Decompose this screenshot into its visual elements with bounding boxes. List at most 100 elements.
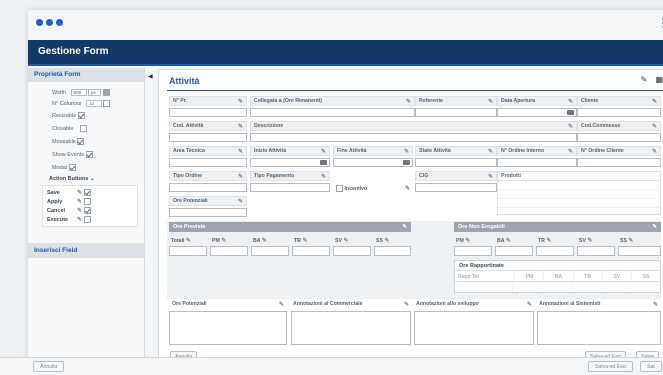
ore-pm-input[interactable] (210, 246, 248, 256)
resizable-checkbox[interactable] (77, 112, 85, 119)
pencil-icon[interactable]: ✎ (321, 173, 326, 180)
ordine-interno-input[interactable] (497, 158, 577, 167)
pencil-icon[interactable]: ✎ (488, 98, 493, 105)
pencil-icon[interactable]: ✎ (527, 301, 532, 308)
n-pr-input[interactable] (169, 108, 247, 117)
pencil-icon[interactable]: ✎ (652, 148, 657, 155)
ne-sv-input[interactable] (577, 246, 615, 256)
sviluppo-textarea[interactable] (414, 311, 534, 345)
maximize-dot[interactable] (56, 19, 63, 26)
data-apertura-input[interactable] (497, 108, 577, 117)
collegata-input[interactable] (250, 108, 415, 117)
pencil-icon[interactable]: ✎ (406, 98, 411, 105)
cod-commesse-input[interactable] (577, 133, 661, 142)
pencil-icon[interactable]: ✎ (238, 198, 243, 205)
cliente-input[interactable] (577, 108, 661, 117)
chevron-down-icon[interactable]: ⌄ (90, 176, 95, 182)
fine-attivita-input[interactable] (333, 158, 413, 167)
tipo-pagamento-input[interactable] (250, 183, 330, 192)
pencil-icon[interactable]: ✎ (404, 148, 409, 155)
tipo-ordine-input[interactable] (169, 183, 247, 192)
columns-stepper[interactable] (103, 100, 111, 107)
ore-tr-input[interactable] (292, 246, 330, 256)
sistemisti-textarea[interactable] (537, 311, 661, 345)
pencil-icon[interactable]: ✎ (628, 237, 633, 244)
pencil-icon[interactable]: ✎ (77, 189, 82, 196)
prodotti-list[interactable] (497, 181, 661, 215)
execute-action-checkbox[interactable] (84, 216, 92, 223)
closable-checkbox[interactable] (79, 125, 87, 132)
pencil-icon[interactable]: ✎ (77, 216, 82, 223)
pencil-icon[interactable]: ✎ (77, 207, 82, 214)
ordine-cliente-input[interactable] (577, 158, 661, 167)
pencil-icon[interactable]: ✎ (465, 237, 470, 244)
cancel-action-checkbox[interactable] (84, 207, 92, 214)
footer-save-exit-button[interactable]: Salva ed Esci (588, 361, 634, 372)
pencil-icon[interactable]: ✎ (652, 224, 657, 230)
modal-checkbox[interactable] (68, 164, 76, 171)
pencil-icon[interactable]: ✎ (653, 301, 658, 308)
pencil-icon[interactable]: ✎ (221, 237, 226, 244)
ore-totali-input[interactable] (169, 246, 207, 256)
ne-tr-input[interactable] (536, 246, 574, 256)
save-action-checkbox[interactable] (84, 189, 92, 196)
calendar-icon[interactable] (320, 160, 327, 165)
width-input[interactable]: 800 (70, 89, 87, 96)
pencil-icon[interactable]: ✎ (262, 237, 267, 244)
pencil-icon[interactable]: ✎ (641, 75, 648, 84)
moveable-checkbox[interactable] (77, 138, 85, 145)
descrizione-input[interactable] (250, 133, 577, 142)
pencil-icon[interactable]: ✎ (568, 148, 573, 155)
pencil-icon[interactable]: ✎ (488, 148, 493, 155)
close-dot[interactable] (36, 19, 43, 26)
grid-icon[interactable]: ▦ (655, 75, 663, 84)
pencil-icon[interactable]: ✎ (546, 237, 551, 244)
pencil-icon[interactable]: ✎ (404, 301, 409, 308)
pencil-icon[interactable]: ✎ (384, 237, 389, 244)
pencil-icon[interactable]: ✎ (321, 148, 326, 155)
show-events-checkbox[interactable] (85, 151, 93, 158)
area-tecnica-input[interactable] (169, 158, 247, 167)
pencil-icon[interactable]: ✎ (238, 173, 243, 180)
pencil-icon[interactable]: ✎ (238, 98, 243, 105)
pencil-icon[interactable]: ✎ (77, 198, 82, 205)
pencil-icon[interactable]: ✎ (652, 123, 657, 130)
pencil-icon[interactable]: ✎ (238, 123, 243, 130)
pencil-icon[interactable]: ✎ (238, 148, 243, 155)
pencil-icon[interactable]: ✎ (302, 237, 307, 244)
ore-potenziali-input[interactable] (169, 208, 247, 217)
width-unit-dropdown-icon[interactable] (102, 89, 110, 96)
footer-cancel-button[interactable]: Annulla (33, 361, 65, 372)
pencil-icon[interactable]: ✎ (343, 237, 348, 244)
apply-action-checkbox[interactable] (84, 198, 92, 205)
pencil-icon[interactable]: ✎ (652, 98, 657, 105)
calendar-icon[interactable] (567, 110, 574, 115)
pencil-icon[interactable]: ✎ (279, 301, 284, 308)
cod-attivita-input[interactable] (169, 133, 247, 142)
collapse-sidebar-icon[interactable]: ◀ (148, 73, 153, 80)
minimize-dot[interactable] (46, 19, 53, 26)
stato-attivita-input[interactable] (415, 158, 497, 167)
insert-field-heading[interactable]: Inserisci Field (28, 243, 145, 258)
cig-input[interactable] (415, 183, 497, 192)
pencil-icon[interactable]: ✎ (587, 237, 592, 244)
ne-pm-input[interactable] (454, 246, 492, 256)
pencil-icon[interactable]: ✎ (506, 237, 511, 244)
commerciale-textarea[interactable] (291, 311, 411, 345)
ore-ss-input[interactable] (374, 246, 411, 256)
pencil-icon[interactable]: ✎ (568, 98, 573, 105)
calendar-icon[interactable] (403, 160, 410, 165)
incentivo-checkbox[interactable] (336, 184, 343, 192)
inizio-attivita-input[interactable] (250, 158, 330, 167)
ore-sv-input[interactable] (333, 246, 371, 256)
pencil-icon[interactable]: ✎ (402, 224, 407, 230)
footer-save-button[interactable]: Sal (640, 361, 662, 372)
width-unit-select[interactable]: px (88, 89, 102, 96)
referente-input[interactable] (415, 108, 497, 117)
ore-ba-input[interactable] (251, 246, 289, 256)
ore-potenziali-textarea[interactable] (169, 311, 287, 345)
pencil-icon[interactable]: ✎ (488, 173, 493, 180)
ne-ss-input[interactable] (618, 246, 661, 256)
ne-ba-input[interactable] (495, 246, 533, 256)
columns-input[interactable]: 12 (85, 100, 102, 107)
